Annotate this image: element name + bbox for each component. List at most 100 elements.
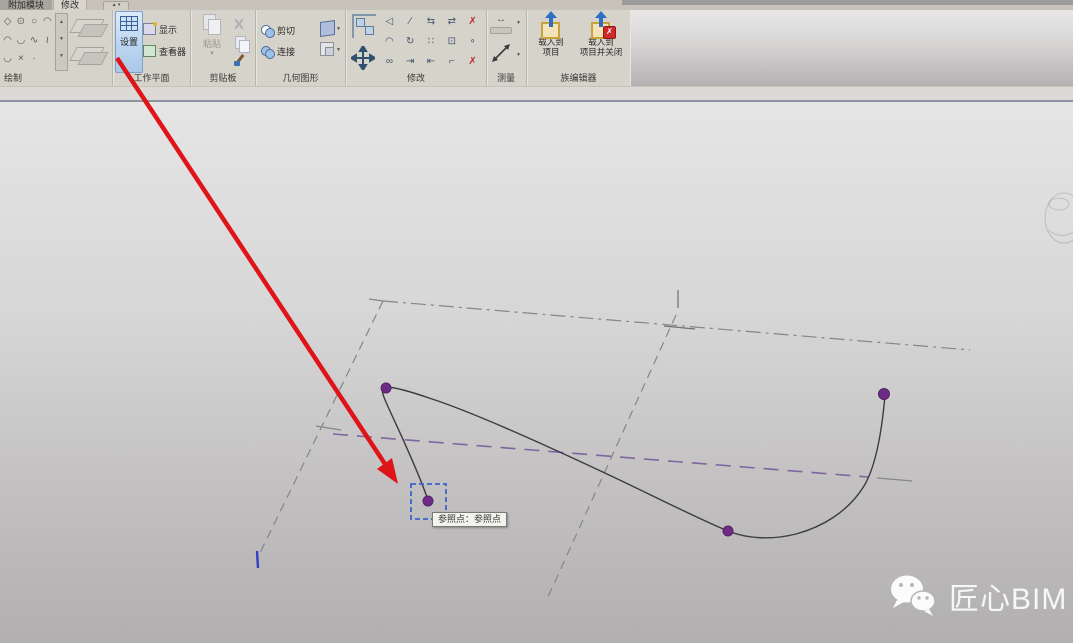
join-geometry-button[interactable]: 连接 [261,44,295,59]
scroll-bottom-icon[interactable]: ▼ [56,48,67,65]
tab-modify[interactable]: 修改 [53,0,87,10]
demolish-tools-icon[interactable] [320,42,334,56]
cut-geometry-button[interactable]: 剪切 [261,23,295,38]
dimension-caret-icon[interactable]: ▼ [516,20,521,26]
draw-spline-icon[interactable]: ∿ [28,32,41,51]
draw-tool-grid[interactable]: ◇ ⊙ ○ ◠ ◠ ◡ ∿ ≀ ◡ × · [1,13,54,69]
options-bar [0,86,1073,101]
panel-modify: ◁ ∕ ⇆ ⇄ ✗ ◠ ↻ ∷ ⊡ ∘ ∞ ⇥ ⇤ ⌐ ✗ 修改 [346,10,487,86]
trim-corner-icon[interactable]: ⌐ [441,52,462,72]
cut-to-clipboard-icon[interactable] [233,18,245,30]
show-workplane-button[interactable]: 显示 [143,22,177,36]
draw-polygon-icon[interactable]: ◇ [1,13,14,32]
draw-circle-icon[interactable]: ⊙ [14,13,27,32]
panel-geometry: 剪切 连接 ▼ ▼ 几何图形 [256,10,346,86]
canvas-top-divider [0,100,1073,102]
panel-measure: ↔ ▼ ▼ 测量 [486,10,527,86]
panel-label-geometry: 几何图形 [256,72,345,85]
draw-partial-ellipse-icon[interactable]: ◡ [1,50,14,69]
scroll-up-icon[interactable]: ▲ [56,14,67,31]
cut-geometry-icon [261,25,274,37]
ribbon-empty-area [630,5,1073,86]
load-close-label-2: 项目并关闭 [580,47,623,57]
align-tool-icon[interactable] [352,14,376,38]
show-workplane-label: 显示 [159,23,177,36]
paste-button[interactable]: 粘贴 ▼ [195,11,229,71]
ribbon: ◇ ⊙ ○ ◠ ◠ ◡ ∿ ≀ ◡ × · ▲ ▼ ▼ 绘制 设置 显示 [0,10,630,86]
panel-family-editor: 载入到 项目 ✗ 载入到 项目并关闭 族编辑器 [527,10,630,86]
panel-workplane: 设置 显示 查看器 工作平面 [113,10,191,86]
rotate-icon[interactable]: ↻ [400,32,421,52]
unpin-icon[interactable]: ✗ [462,12,483,32]
pin-icon[interactable]: ∘ [462,32,483,52]
draw-ellipse-icon[interactable]: ○ [28,13,41,32]
paste-caret-icon: ▼ [209,51,215,57]
trim-single-icon[interactable]: ⇤ [421,52,442,72]
watermark-text: 匠心BIM [949,574,1067,618]
align-icon[interactable]: ◁ [379,12,400,32]
delete-icon[interactable]: ✗ [462,52,483,72]
panel-clipboard: 粘贴 ▼ 剪贴板 [191,10,256,86]
panel-label-workplane: 工作平面 [113,72,190,85]
join-geometry-icon [261,46,274,58]
draw-pick-icon[interactable]: × [14,50,27,69]
panel-label-modify: 修改 [346,72,486,85]
join-caret-icon[interactable]: ▼ [336,47,341,53]
draw-arc-icon[interactable]: ◠ [41,13,54,32]
mirror-axis-icon[interactable]: ⇆ [421,12,442,32]
trim-extend-icon[interactable]: ⇥ [400,52,421,72]
load-into-project-close-button[interactable]: ✗ 载入到 项目并关闭 [573,11,629,57]
panel-label-family-editor: 族编辑器 [527,72,630,85]
revit-family-editor-window: { "tabs": { "addins": "附加模块", "modify": … [0,0,1073,643]
paste-icon [203,14,221,34]
array-icon[interactable]: ∷ [421,32,442,52]
panel-draw: ◇ ⊙ ○ ◠ ◠ ◡ ∿ ≀ ◡ × · ▲ ▼ ▼ 绘制 [0,10,113,86]
panel-label-clipboard: 剪贴板 [191,72,255,85]
panel-label-draw: 绘制 [0,72,112,85]
draw-mode-solid-icon[interactable] [71,15,107,39]
drawing-canvas[interactable] [0,102,1073,643]
load-into-project-button[interactable]: 载入到 项目 [531,11,571,57]
watermark: 匠心BIM [888,574,1067,618]
ribbon-tab-bar: 附加模块 修改 ▲ ▾ [0,0,1073,10]
trim-fillet-icon[interactable]: ∞ [379,52,400,72]
copy-to-clipboard-icon[interactable] [235,36,246,49]
reference-point-tooltip: 参照点：参照点 [432,512,507,527]
solid-tools-icon[interactable] [320,20,335,37]
move-tool-icon[interactable] [351,46,375,70]
draw-mode-surface-icon[interactable] [71,43,107,67]
measure-caret-icon[interactable]: ▼ [516,52,521,58]
show-workplane-icon [143,23,156,35]
load-into-project-icon [539,13,563,37]
measure-tool-icon[interactable] [490,42,512,64]
cut-geometry-label: 剪切 [277,24,295,37]
aligned-dimension-icon[interactable]: ↔ [490,16,512,32]
mirror-pick-icon[interactable]: ⇄ [441,12,462,32]
workplane-viewer-icon [143,45,156,57]
set-workplane-button[interactable]: 设置 [115,11,143,73]
set-workplane-label: 设置 [120,35,138,48]
split-icon[interactable]: ∕ [400,12,421,32]
offset-icon[interactable]: ◠ [379,32,400,52]
draw-tangent-arc-icon[interactable]: ◡ [14,32,27,51]
workplane-grid-icon [120,16,138,31]
draw-spline2-icon[interactable]: ≀ [41,32,54,51]
wechat-icon [888,574,940,618]
match-type-brush-icon[interactable] [233,54,247,68]
draw-fillet-arc-icon[interactable]: ◠ [1,32,14,51]
load-into-project-close-icon: ✗ [589,13,613,37]
workplane-viewer-label: 查看器 [159,45,186,58]
draw-grid-scrollbar[interactable]: ▲ ▼ ▼ [55,13,68,71]
modify-tool-grid[interactable]: ◁ ∕ ⇆ ⇄ ✗ ◠ ↻ ∷ ⊡ ∘ ∞ ⇥ ⇤ ⌐ ✗ [379,12,483,72]
cut-caret-icon[interactable]: ▼ [336,26,341,32]
titlebar-remnant [622,0,1073,5]
join-geometry-label: 连接 [277,45,295,58]
tab-addins[interactable]: 附加模块 [0,0,52,10]
draw-point-icon[interactable]: · [28,50,41,69]
scroll-down-icon[interactable]: ▼ [56,31,67,48]
panel-label-measure: 测量 [486,72,526,85]
workplane-viewer-button[interactable]: 查看器 [143,44,186,58]
scale-icon[interactable]: ⊡ [441,32,462,52]
load-label-2: 项目 [542,47,559,57]
paste-label: 粘贴 [203,37,221,50]
